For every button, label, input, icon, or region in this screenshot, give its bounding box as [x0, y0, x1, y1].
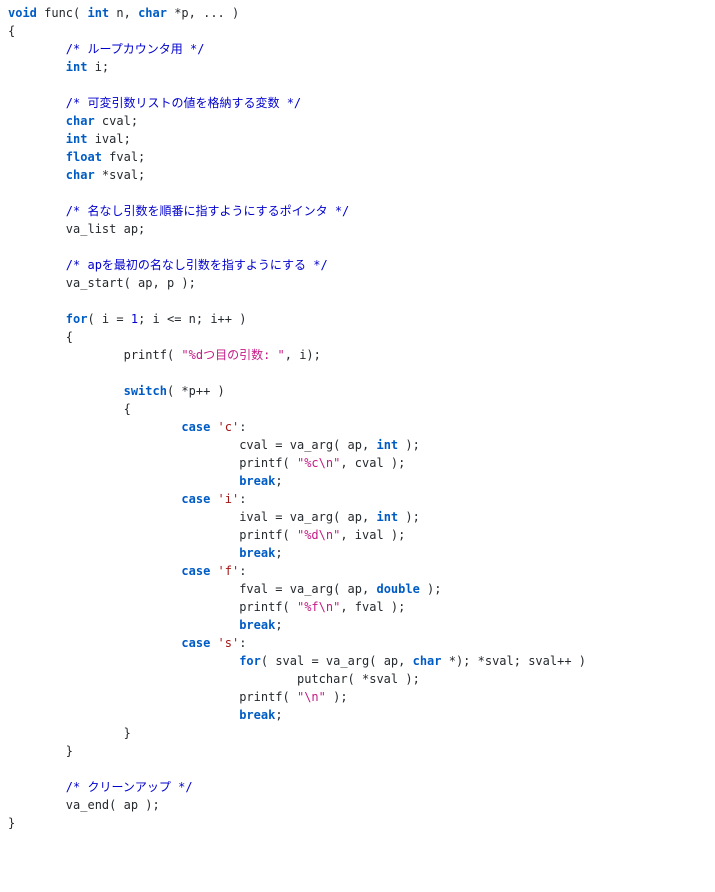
lit-c: 'c' — [218, 420, 240, 434]
kw-float-fval: float — [66, 150, 102, 164]
for-open: ( i = — [87, 312, 130, 326]
switch-rbrace: } — [124, 726, 131, 740]
for-rbrace: } — [66, 744, 73, 758]
cval-assign-b: ); — [398, 438, 420, 452]
printf-head: printf( — [124, 348, 182, 362]
kw-case-c: case — [181, 420, 210, 434]
comment-ap-pointer: /* 名なし引数を順番に指すようにするポインタ */ — [66, 204, 349, 218]
printf-f-a: printf( — [239, 600, 297, 614]
for-lbrace: { — [66, 330, 73, 344]
kw-int-arg-i: int — [376, 510, 398, 524]
kw-for: for — [66, 312, 88, 326]
fval-assign-a: fval = va_arg( ap, — [239, 582, 376, 596]
ival-assign-a: ival = va_arg( ap, — [239, 510, 376, 524]
kw-switch: switch — [124, 384, 167, 398]
kw-char-arg-s: char — [413, 654, 442, 668]
kw-int-ival: int — [66, 132, 88, 146]
for-s-a: ( sval = va_arg( ap, — [261, 654, 413, 668]
decl-cval: cval; — [95, 114, 138, 128]
lbrace: { — [8, 24, 15, 38]
kw-break-c: break — [239, 474, 275, 488]
kw-for-s: for — [239, 654, 261, 668]
semi-s: ; — [275, 708, 282, 722]
lit-s: 's' — [218, 636, 240, 650]
ival-assign-b: ); — [398, 510, 420, 524]
semi-c: ; — [275, 474, 282, 488]
fval-assign-b: ); — [420, 582, 442, 596]
printf-i-b: , ival ); — [340, 528, 405, 542]
kw-case-i: case — [181, 492, 210, 506]
printf-f-b: , fval ); — [340, 600, 405, 614]
kw-char: char — [138, 6, 167, 20]
rbrace: } — [8, 816, 15, 830]
comment-cleanup: /* クリーンアップ */ — [66, 780, 193, 794]
decl-ival: ival; — [87, 132, 130, 146]
printf-c-b: , cval ); — [340, 456, 405, 470]
switch-lbrace: { — [124, 402, 131, 416]
decl-ap: va_list ap; — [66, 222, 145, 236]
kw-char-sval: char — [66, 168, 95, 182]
call-va-start: va_start( ap, p ); — [66, 276, 196, 290]
lit-i: 'i' — [218, 492, 240, 506]
kw-break-f: break — [239, 618, 275, 632]
for-rest: ; i <= n; i++ ) — [138, 312, 246, 326]
comment-va-start: /* apを最初の名なし引数を指すようにする */ — [66, 258, 328, 272]
fmt-s: "\n" — [297, 690, 326, 704]
lit-f: 'f' — [218, 564, 240, 578]
kw-double-arg-f: double — [376, 582, 419, 596]
kw-case-f: case — [181, 564, 210, 578]
comment-varargs-vars: /* 可変引数リストの値を格納する変数 */ — [66, 96, 301, 110]
kw-char-cval: char — [66, 114, 95, 128]
kw-break-s: break — [239, 708, 275, 722]
kw-int-arg-c: int — [376, 438, 398, 452]
code-block: void func( int n, char *p, ... ) { /* ルー… — [8, 4, 707, 832]
fmt-i: "%d\n" — [297, 528, 340, 542]
decl-sval: *sval; — [95, 168, 146, 182]
kw-case-s: case — [181, 636, 210, 650]
printf-c-a: printf( — [239, 456, 297, 470]
num-one: 1 — [131, 312, 138, 326]
printf-i-a: printf( — [239, 528, 297, 542]
colon-c: : — [239, 420, 246, 434]
cval-assign-a: cval = va_arg( ap, — [239, 438, 376, 452]
putchar-call: putchar( *sval ); — [297, 672, 420, 686]
printf-s-a: printf( — [239, 690, 297, 704]
printf-tail: , i); — [285, 348, 321, 362]
decl-fval: fval; — [102, 150, 145, 164]
semi-f: ; — [275, 618, 282, 632]
comment-loop-counter: /* ループカウンタ用 */ — [66, 42, 205, 56]
colon-i: : — [239, 492, 246, 506]
fmt-f: "%f\n" — [297, 600, 340, 614]
sig-n: n, — [109, 6, 138, 20]
kw-int: int — [87, 6, 109, 20]
decl-i: i; — [87, 60, 109, 74]
switch-arg: ( *p++ ) — [167, 384, 225, 398]
colon-s: : — [239, 636, 246, 650]
sig-func: func( — [37, 6, 88, 20]
colon-f: : — [239, 564, 246, 578]
kw-break-i: break — [239, 546, 275, 560]
call-va-end: va_end( ap ); — [66, 798, 160, 812]
sig-p: *p, ... ) — [167, 6, 239, 20]
fmt-c: "%c\n" — [297, 456, 340, 470]
kw-int-i: int — [66, 60, 88, 74]
printf-fmt: "%dつ目の引数: " — [181, 348, 284, 362]
semi-i: ; — [275, 546, 282, 560]
for-s-b: *); *sval; sval++ ) — [442, 654, 587, 668]
printf-s-b: ); — [326, 690, 348, 704]
kw-void: void — [8, 6, 37, 20]
